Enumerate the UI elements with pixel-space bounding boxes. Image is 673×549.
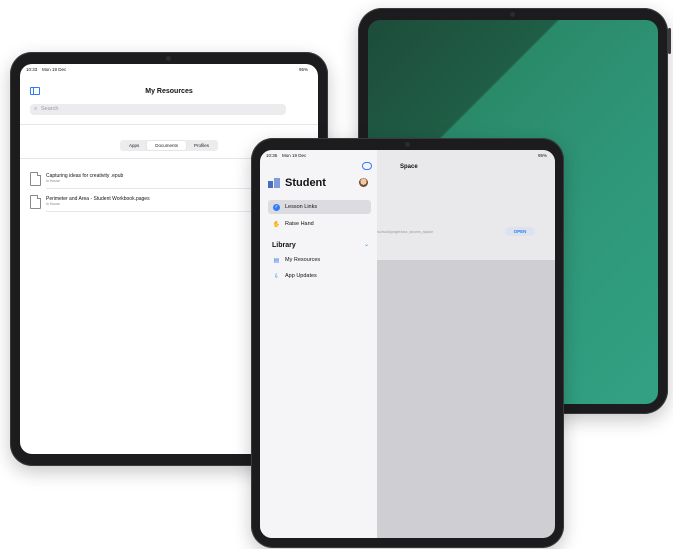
page-title: My Resources <box>145 88 193 95</box>
divider <box>46 188 286 189</box>
document-name: Perimeter and Area - Student Workbook.pa… <box>46 196 150 202</box>
sidebar-item-label: My Resources <box>285 257 321 263</box>
sidebar-item-label: Raise Hand <box>285 221 314 227</box>
student-logo-icon <box>268 178 280 188</box>
document-icon <box>30 172 41 186</box>
app-name: Student <box>285 177 326 189</box>
sidebar-item-my-resources[interactable]: ▤ My Resources <box>268 253 371 267</box>
sidebar-item-label: Lesson Links <box>285 204 318 210</box>
camera <box>166 56 171 61</box>
checkmark-circle-icon: ✓ <box>273 203 280 211</box>
document-icon <box>30 195 41 209</box>
document-source: In House <box>46 202 61 206</box>
sidebar-item-label: App Updates <box>285 273 317 279</box>
app-brand: Student <box>268 177 326 189</box>
sidebar-item-app-updates[interactable]: ⇩ App Updates <box>268 269 371 283</box>
segmented-control: Apps Documents Profiles <box>120 140 219 151</box>
status-battery: 95% <box>298 67 308 72</box>
lesson-link-url: /school/jungle/sea_shores_space <box>377 230 434 234</box>
status-time: 10:35 <box>266 153 278 158</box>
search-input[interactable]: ⌕ Search <box>30 104 286 115</box>
detail-title: Space <box>400 164 418 170</box>
search-placeholder: Search <box>41 106 59 112</box>
status-battery: 95% <box>537 153 547 158</box>
status-date: Mon 19 Dec <box>42 67 67 72</box>
status-time: 10:33 <box>26 67 38 72</box>
sidebar: 10:35 Mon 19 Dec Student ✓ Lesson Links … <box>260 150 377 538</box>
divider <box>20 124 318 125</box>
segment-apps[interactable]: Apps <box>121 141 147 150</box>
sidebar-item-lesson-links[interactable]: ✓ Lesson Links <box>268 200 371 214</box>
message-icon[interactable] <box>362 162 372 170</box>
camera <box>405 142 410 147</box>
student-app-screen: Space /school/jungle/sea_shores_space OP… <box>260 150 555 538</box>
resources-icon: ▤ <box>273 257 280 264</box>
hand-icon: ✋ <box>272 221 281 228</box>
open-button[interactable]: OPEN <box>505 227 535 236</box>
updates-icon: ⇩ <box>273 273 280 280</box>
side-button <box>668 28 671 54</box>
divider <box>46 211 286 212</box>
library-heading: Library <box>272 242 296 249</box>
camera <box>510 12 515 17</box>
ipad-front: Space /school/jungle/sea_shores_space OP… <box>251 138 564 548</box>
search-icon: ⌕ <box>34 106 38 112</box>
avatar[interactable] <box>359 178 368 187</box>
sidebar-item-raise-hand[interactable]: ✋ Raise Hand <box>268 217 371 231</box>
chevron-down-icon[interactable]: ⌄ <box>364 241 369 248</box>
segment-profiles[interactable]: Profiles <box>186 141 217 150</box>
segment-documents[interactable]: Documents <box>147 141 187 150</box>
document-source: In House <box>46 179 61 183</box>
status-date: Mon 19 Dec <box>282 153 307 158</box>
